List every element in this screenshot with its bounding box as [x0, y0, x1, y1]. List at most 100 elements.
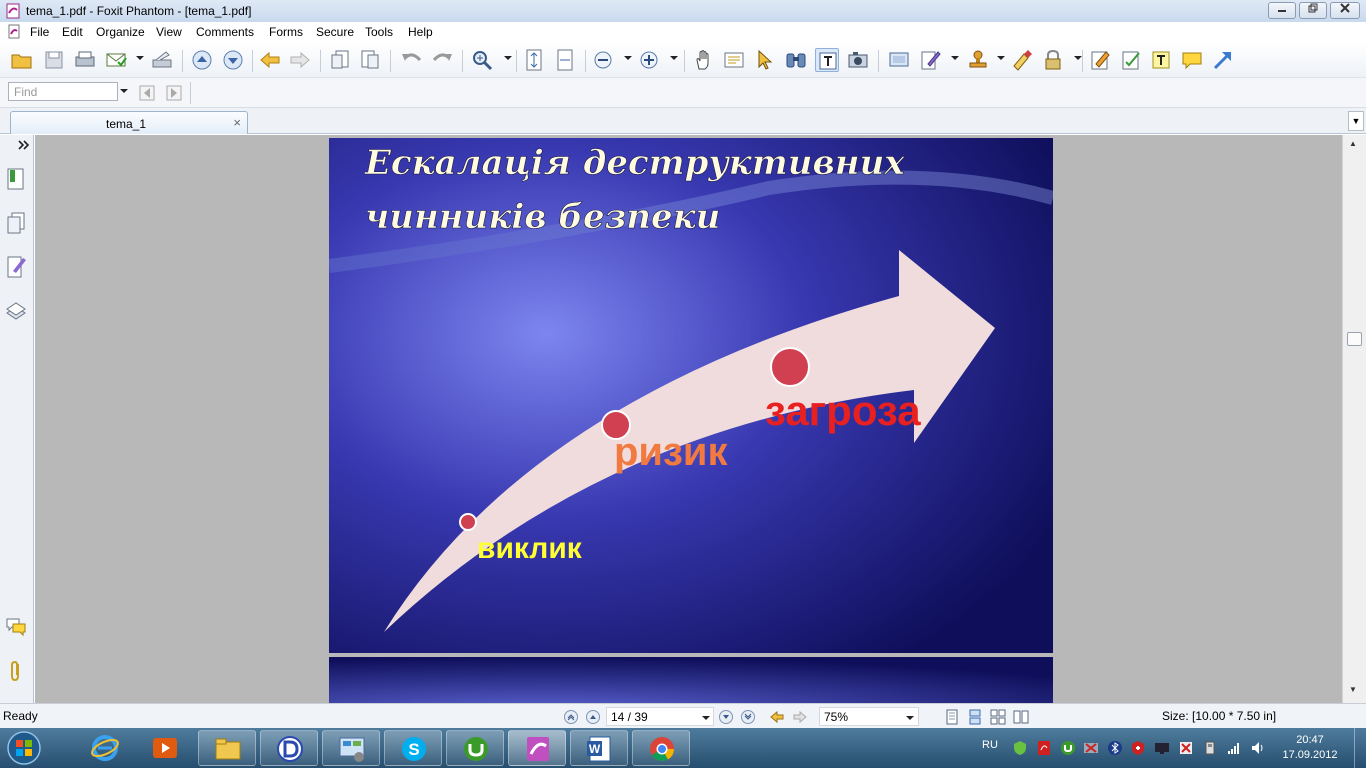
- form-button[interactable]: [1119, 48, 1143, 72]
- back-button[interactable]: [258, 48, 282, 72]
- select-text-button[interactable]: [722, 48, 746, 72]
- extract-page-button[interactable]: [358, 48, 382, 72]
- pages-panel-button[interactable]: [5, 211, 27, 235]
- tray-pdf-icon[interactable]: [1036, 740, 1052, 756]
- start-button-icon[interactable]: [4, 729, 44, 767]
- tray-display-icon[interactable]: [1154, 740, 1170, 756]
- zoom-field[interactable]: 75%: [819, 707, 919, 726]
- scroll-down-icon[interactable]: ▼: [1349, 685, 1357, 694]
- arrow-button[interactable]: [1211, 48, 1235, 72]
- zoom-field-dropdown-arrow[interactable]: [906, 716, 914, 720]
- taskbar-chrome[interactable]: [632, 730, 690, 766]
- annotations-panel-button[interactable]: [5, 255, 27, 279]
- taskbar-media-player[interactable]: [136, 730, 194, 766]
- stamp-dropdown-arrow[interactable]: [997, 56, 1005, 60]
- tray-security-icon[interactable]: [1012, 740, 1028, 756]
- comment-button[interactable]: [1180, 48, 1204, 72]
- display-button[interactable]: [887, 48, 911, 72]
- email-dropdown-arrow[interactable]: [136, 56, 144, 60]
- tray-utorrent-icon[interactable]: [1060, 740, 1076, 756]
- show-desktop-button[interactable]: [1354, 728, 1366, 768]
- fit-page-button[interactable]: [522, 48, 546, 72]
- taskbar-control-panel[interactable]: [322, 730, 380, 766]
- status-next-page-icon[interactable]: [718, 709, 734, 725]
- taskbar-clock[interactable]: 20:47 17.09.2012: [1275, 733, 1345, 763]
- menu-comments[interactable]: Comments: [196, 25, 254, 39]
- tab-tema-1[interactable]: tema_1 ×: [10, 111, 248, 134]
- continuous-page-icon[interactable]: [967, 709, 983, 725]
- find-input[interactable]: Find: [8, 82, 118, 101]
- undo-button[interactable]: [400, 48, 424, 72]
- taskbar-skype[interactable]: S: [384, 730, 442, 766]
- note-button[interactable]: [918, 48, 942, 72]
- hand-tool-button[interactable]: [692, 48, 716, 72]
- menu-tools[interactable]: Tools: [365, 25, 393, 39]
- status-prev-page-icon[interactable]: [585, 709, 601, 725]
- first-page-icon[interactable]: [563, 709, 579, 725]
- document-view[interactable]: Ескалація деструктивних чинників безпеки…: [35, 135, 1342, 703]
- save-button[interactable]: [42, 48, 66, 72]
- redo-button[interactable]: [430, 48, 454, 72]
- zoom-button[interactable]: [470, 48, 494, 72]
- layers-panel-button[interactable]: [5, 299, 27, 323]
- taskbar-daemon-tools[interactable]: [260, 730, 318, 766]
- taskbar-explorer[interactable]: [198, 730, 256, 766]
- tray-flag-icon[interactable]: [1178, 740, 1194, 756]
- find-previous-icon[interactable]: [137, 83, 157, 103]
- textbox-button[interactable]: [1149, 48, 1173, 72]
- snapshot-button[interactable]: [846, 48, 870, 72]
- scroll-up-icon[interactable]: ▲: [1349, 139, 1357, 148]
- facing-pages-icon[interactable]: [990, 709, 1006, 725]
- taskbar-word[interactable]: W: [570, 730, 628, 766]
- menu-view[interactable]: View: [156, 25, 182, 39]
- stamp-button[interactable]: [966, 48, 990, 72]
- zoom-out-button[interactable]: [591, 48, 615, 72]
- lock-dropdown-arrow[interactable]: [1074, 56, 1082, 60]
- last-page-icon[interactable]: [740, 709, 756, 725]
- bookmarks-panel-button[interactable]: [5, 167, 27, 191]
- tray-removable-device-icon[interactable]: [1202, 740, 1218, 756]
- taskbar-internet-explorer[interactable]: [76, 730, 134, 766]
- find-dropdown-arrow[interactable]: [120, 89, 128, 93]
- open-button[interactable]: [10, 48, 34, 72]
- vertical-scrollbar[interactable]: ▲ ▼: [1342, 135, 1366, 703]
- menu-help[interactable]: Help: [408, 25, 433, 39]
- menu-secure[interactable]: Secure: [316, 25, 354, 39]
- typewriter-button[interactable]: [815, 48, 839, 72]
- zoom-out-dropdown-arrow[interactable]: [624, 56, 632, 60]
- lock-button[interactable]: [1041, 48, 1065, 72]
- taskbar-foxit[interactable]: [508, 730, 566, 766]
- scrollbar-thumb[interactable]: [1347, 332, 1362, 346]
- insert-page-button[interactable]: [328, 48, 352, 72]
- zoom-in-dropdown-arrow[interactable]: [670, 56, 678, 60]
- tab-list-button[interactable]: ▼: [1348, 111, 1364, 131]
- signal-strength-icon[interactable]: [1226, 740, 1242, 756]
- comments-panel-button[interactable]: [5, 615, 27, 639]
- close-button[interactable]: [1330, 2, 1360, 19]
- status-forward-icon[interactable]: [792, 709, 808, 725]
- taskbar-utorrent[interactable]: [446, 730, 504, 766]
- menu-edit[interactable]: Edit: [62, 25, 83, 39]
- volume-icon[interactable]: [1250, 740, 1266, 756]
- menu-organize[interactable]: Organize: [96, 25, 145, 39]
- tab-close-icon[interactable]: ×: [233, 115, 241, 130]
- select-button[interactable]: [754, 48, 778, 72]
- tray-network-error-icon[interactable]: [1083, 740, 1099, 756]
- forward-button[interactable]: [288, 48, 312, 72]
- find-next-icon[interactable]: [164, 83, 184, 103]
- menu-file[interactable]: File: [30, 25, 49, 39]
- find-button[interactable]: [784, 48, 808, 72]
- print-button[interactable]: [73, 48, 97, 72]
- next-page-button[interactable]: [221, 48, 245, 72]
- single-page-icon[interactable]: [944, 709, 960, 725]
- restore-button[interactable]: [1299, 2, 1327, 19]
- page-dropdown-arrow[interactable]: [702, 716, 710, 720]
- cover-page-icon[interactable]: [1013, 709, 1029, 725]
- zoom-dropdown-arrow[interactable]: [504, 56, 512, 60]
- attachments-panel-button[interactable]: [5, 659, 27, 683]
- note-dropdown-arrow[interactable]: [951, 56, 959, 60]
- bluetooth-icon[interactable]: [1107, 740, 1123, 756]
- expand-panel-icon[interactable]: [18, 140, 30, 150]
- scan-button[interactable]: [150, 48, 174, 72]
- page-number-field[interactable]: 14 / 39: [606, 707, 714, 726]
